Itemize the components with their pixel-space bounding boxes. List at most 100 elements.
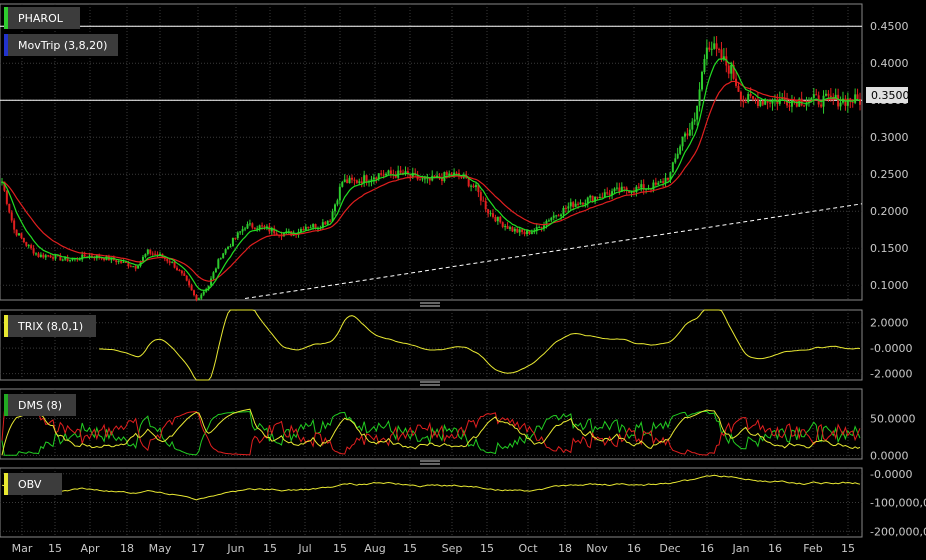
candle-body — [44, 255, 47, 258]
trix-panel: 2.0000 -0.0000 -2.0000 — [0, 309, 912, 381]
x-tick-label: 15 — [403, 542, 417, 555]
candle-body — [200, 294, 203, 299]
price-y-tick-label: 0.1500 — [870, 242, 909, 255]
candle-body — [387, 170, 390, 174]
candle-body — [482, 200, 485, 202]
candle-body — [598, 196, 601, 199]
candle-body — [25, 242, 28, 246]
candle-body — [399, 170, 402, 173]
x-tick-label: 18 — [120, 542, 134, 555]
trix-line — [99, 309, 861, 381]
candle-body — [664, 177, 667, 183]
candle-body — [577, 203, 580, 205]
candle-body — [824, 93, 827, 96]
dms-y-tick-label: 50.0000 — [870, 412, 916, 425]
candle-body — [37, 253, 40, 257]
candle-body — [115, 260, 118, 263]
candle-body — [69, 259, 72, 261]
obv-y-tick-label: -0.0000 — [870, 468, 912, 481]
obv-label: OBV — [4, 473, 62, 495]
candle-body — [494, 216, 497, 222]
candle-body — [606, 192, 609, 194]
candle-body — [674, 158, 677, 163]
candle-body — [20, 233, 23, 239]
candle-body — [389, 170, 392, 174]
candle-body — [137, 265, 140, 269]
candle-body — [251, 223, 254, 228]
candle-body — [336, 200, 339, 205]
candle-body — [747, 94, 750, 103]
x-tick-label: Oct — [518, 542, 538, 555]
candle-body — [122, 261, 125, 263]
candle-body — [8, 203, 11, 213]
candle-body — [567, 206, 570, 209]
candle-body — [154, 253, 157, 255]
candle-body — [151, 253, 154, 255]
candle-body — [790, 100, 793, 107]
candle-body — [190, 285, 193, 291]
candle-body — [329, 220, 332, 222]
obv-label-text: OBV — [18, 478, 42, 491]
x-tick-label: 15 — [480, 542, 494, 555]
candle-body — [419, 179, 422, 181]
x-tick-label: Jan — [732, 542, 750, 555]
candle-body — [499, 216, 502, 223]
candle-body — [27, 245, 30, 247]
candle-body — [581, 202, 584, 205]
candle-body — [258, 225, 261, 229]
candle-body — [372, 177, 375, 180]
x-tick-label: 15 — [333, 542, 347, 555]
obv-y-tick-label: -200,000,000 — [870, 525, 926, 538]
candle-body — [149, 249, 152, 254]
candle-body — [134, 266, 137, 269]
resize-handle-dms[interactable] — [420, 381, 440, 386]
candle-body — [166, 258, 169, 262]
candle-body — [5, 190, 8, 204]
candle-body — [851, 101, 854, 103]
candle-body — [421, 178, 424, 180]
candle-body — [591, 195, 594, 202]
x-tick-label: Nov — [586, 542, 608, 555]
x-tick-label: May — [149, 542, 172, 555]
trix-y-tick-label: -0.0000 — [870, 342, 912, 355]
candle-body — [752, 96, 755, 99]
candle-body — [681, 136, 684, 147]
candle-body — [261, 225, 264, 227]
candle-body — [10, 212, 13, 221]
candle-body — [506, 226, 509, 229]
candle-body — [360, 181, 363, 184]
x-tick-label: 18 — [558, 542, 572, 555]
candle-body — [346, 179, 349, 184]
candle-body — [693, 119, 696, 122]
candle-body — [640, 184, 643, 188]
candle-body — [489, 213, 492, 215]
candle-body — [613, 188, 616, 192]
stock-chart: 0.4500 0.4000 0.3500 0.3000 0.2500 0.2000 0.15… — [0, 3, 926, 555]
candle-body — [569, 202, 572, 207]
candle-body — [302, 229, 305, 231]
candle-body — [219, 258, 222, 260]
title-color-swatch — [4, 7, 8, 29]
candle-body — [156, 254, 159, 256]
dms-label-text: DMS (8) — [18, 399, 62, 412]
resize-handle-trix[interactable] — [420, 302, 440, 307]
candle-body — [586, 197, 589, 204]
candle-body — [382, 174, 385, 176]
candle-body — [705, 47, 708, 60]
candle-body — [470, 185, 473, 187]
candle-body — [193, 290, 196, 296]
candle-body — [550, 217, 553, 221]
candle-body — [171, 261, 174, 263]
candle-body — [61, 259, 64, 261]
candle-body — [120, 261, 123, 263]
candle-body — [521, 229, 524, 233]
dms-y-tick-label: 0.0000 — [870, 449, 909, 462]
candle-body — [129, 266, 132, 268]
resize-handle-obv[interactable] — [420, 460, 440, 465]
candle-body — [307, 226, 310, 228]
candle-body — [487, 209, 490, 214]
ma-long-line — [1, 80, 861, 282]
candle-body — [827, 93, 830, 96]
candle-body — [854, 94, 857, 103]
candle-body — [423, 178, 426, 180]
